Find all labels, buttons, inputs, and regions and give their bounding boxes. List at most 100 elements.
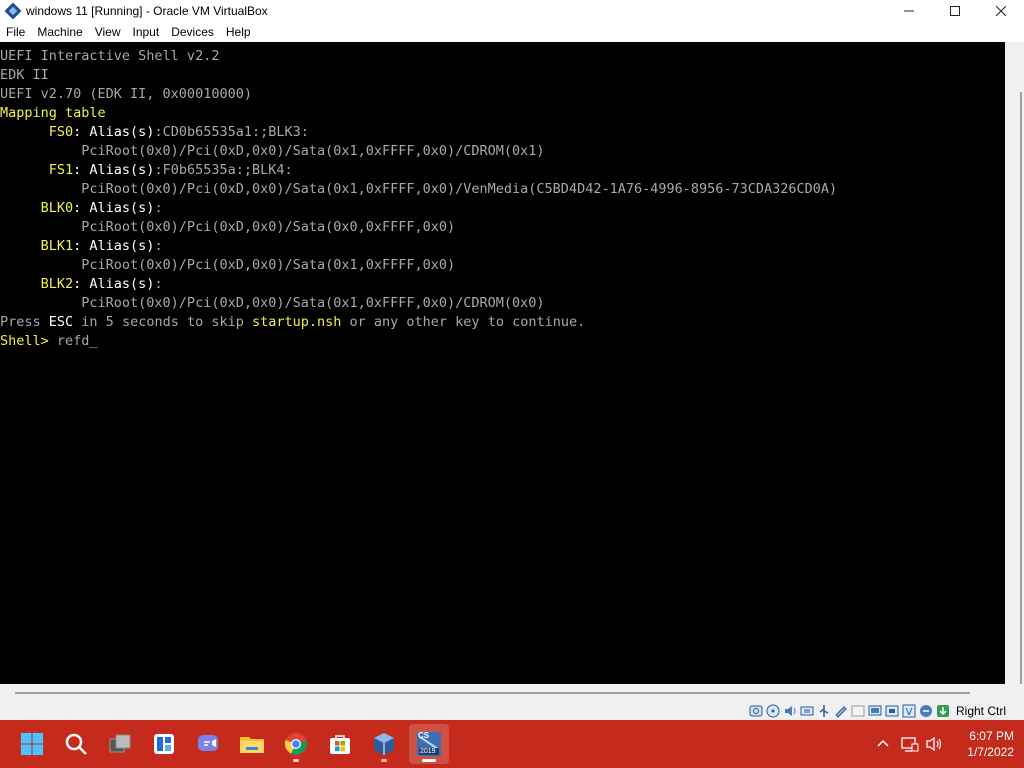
- virtualbox-button[interactable]: [364, 724, 404, 764]
- status-bar: V Right Ctrl: [0, 702, 1024, 720]
- close-button[interactable]: [978, 0, 1024, 22]
- vm-display[interactable]: UEFI Interactive Shell v2.2 EDK II UEFI v2…: [0, 42, 1005, 684]
- chrome-button[interactable]: [276, 724, 316, 764]
- console-line: BLK0: Alias(s):: [0, 199, 837, 218]
- console-text: ESC: [48, 314, 74, 330]
- status-indicators: V: [748, 704, 951, 718]
- show-hidden-icons-button[interactable]: [873, 734, 893, 754]
- console-text: :: [154, 200, 163, 216]
- console-line: PciRoot(0x0)/Pci(0xD,0x0)/Sata(0x1,0xFFF…: [0, 180, 837, 199]
- console-text: : Alias(s): [73, 238, 155, 254]
- mouse-integration-icon[interactable]: V: [901, 704, 917, 718]
- console-text: PciRoot(0x0)/Pci(0xD,0x0)/Sata(0x1,0xFFF…: [0, 295, 545, 311]
- console-line: PciRoot(0x0)/Pci(0xD,0x0)/Sata(0x0,0xFFF…: [0, 218, 837, 237]
- start-button[interactable]: [12, 724, 52, 764]
- menu-help[interactable]: Help: [220, 22, 257, 42]
- clock[interactable]: 6:07 PM 1/7/2022: [952, 728, 1014, 760]
- menu-machine[interactable]: Machine: [31, 22, 88, 42]
- menu-devices[interactable]: Devices: [165, 22, 220, 42]
- keyboard-capture-icon[interactable]: [935, 704, 951, 718]
- horizontal-scrollbar[interactable]: [15, 692, 970, 694]
- teams-chat-button[interactable]: [188, 724, 228, 764]
- svg-text:V: V: [906, 707, 913, 718]
- guest-additions-icon[interactable]: [918, 704, 934, 718]
- console-line: FS0: Alias(s):CD0b65535a1:;BLK3:: [0, 123, 837, 142]
- console-text: FS0: [0, 124, 74, 140]
- console-text: or any other key to continue.: [341, 314, 586, 330]
- console-text: _: [89, 333, 98, 349]
- title-bar: windows 11 [Running] - Oracle VM Virtual…: [0, 0, 1024, 22]
- file-explorer-button[interactable]: [232, 724, 272, 764]
- cpu-icon[interactable]: [884, 704, 900, 718]
- console-text: :CD0b65535a1:;BLK3:: [154, 124, 309, 140]
- console-text: PciRoot(0x0)/Pci(0xD,0x0)/Sata(0x1,0xFFF…: [0, 181, 838, 197]
- clock-date: 1/7/2022: [967, 745, 1014, 759]
- display-icon[interactable]: [850, 704, 866, 718]
- menu-input[interactable]: Input: [127, 22, 166, 42]
- clock-time: 6:07 PM: [969, 729, 1014, 743]
- console-text: PciRoot(0x0)/Pci(0xD,0x0)/Sata(0x1,0xFFF…: [0, 257, 456, 273]
- uefi-shell-console[interactable]: UEFI Interactive Shell v2.2 EDK II UEFI v2…: [0, 47, 837, 351]
- console-line: UEFI Interactive Shell v2.2: [0, 47, 837, 66]
- console-text: : Alias(s): [73, 200, 155, 216]
- hard-disk-icon[interactable]: [748, 704, 764, 718]
- microsoft-store-button[interactable]: [320, 724, 360, 764]
- vertical-scrollbar[interactable]: [1020, 92, 1022, 692]
- console-text: UEFI Interactive Shell v2.2: [0, 48, 220, 64]
- console-line: UEFI v2.70 (EDK II, 0x00010000): [0, 85, 837, 104]
- video-capture-icon[interactable]: [867, 704, 883, 718]
- volume-icon: [926, 736, 942, 752]
- console-text: startup.nsh: [251, 314, 342, 330]
- vertical-scroll-area: [1005, 42, 1024, 692]
- minimize-button[interactable]: [886, 0, 932, 22]
- file-explorer-icon: [240, 737, 264, 753]
- task-view-button[interactable]: [100, 724, 140, 764]
- console-line: Shell> refd_: [0, 332, 837, 351]
- console-text: Mapping table: [0, 105, 106, 121]
- console-text: Press: [0, 314, 49, 330]
- microsoft-store-icon: [330, 735, 350, 754]
- menu-file[interactable]: File: [0, 22, 31, 42]
- shared-folders-icon[interactable]: [833, 704, 849, 718]
- usb-icon[interactable]: [816, 704, 832, 718]
- console-text: FS1: [0, 162, 74, 178]
- maximize-button[interactable]: [932, 0, 978, 22]
- audio-icon[interactable]: [782, 704, 798, 718]
- network-tray-button[interactable]: [900, 734, 920, 754]
- console-text: :: [154, 238, 163, 254]
- sql-badge-year: 2019: [420, 748, 436, 755]
- console-text: PciRoot(0x0)/Pci(0xD,0x0)/Sata(0x0,0xFFF…: [0, 219, 456, 235]
- widgets-icon: [154, 734, 174, 754]
- console-line: Mapping table: [0, 104, 837, 123]
- start-icon: [21, 733, 43, 755]
- console-line: BLK1: Alias(s):: [0, 237, 837, 256]
- host-key-label: Right Ctrl: [956, 704, 1007, 718]
- console-text: :: [154, 276, 163, 292]
- menu-view[interactable]: View: [89, 22, 127, 42]
- console-text: Shell>: [0, 333, 57, 349]
- volume-tray-button[interactable]: [925, 734, 945, 754]
- console-line: PciRoot(0x0)/Pci(0xD,0x0)/Sata(0x1,0xFFF…: [0, 294, 837, 313]
- horizontal-scroll-area: [0, 684, 1024, 702]
- console-line: EDK II: [0, 66, 837, 85]
- console-text: in 5 seconds to skip: [73, 314, 252, 330]
- network-status-icon: [901, 737, 919, 752]
- console-line: Press ESC in 5 seconds to skip startup.n…: [0, 313, 837, 332]
- virtualbox-icon: [374, 733, 394, 755]
- console-text: EDK II: [0, 67, 49, 83]
- console-text: PciRoot(0x0)/Pci(0xD,0x0)/Sata(0x1,0xFFF…: [0, 143, 545, 159]
- search-button[interactable]: [56, 724, 96, 764]
- close-icon: [996, 6, 1006, 16]
- console-line: PciRoot(0x0)/Pci(0xD,0x0)/Sata(0x1,0xFFF…: [0, 142, 837, 161]
- teams-chat-icon: [198, 735, 218, 751]
- maximize-icon: [950, 6, 960, 16]
- network-icon[interactable]: [799, 704, 815, 718]
- sql-badge-top: CS: [418, 731, 430, 740]
- widgets-button[interactable]: [144, 724, 184, 764]
- sql-server-2019-button[interactable]: CS 2019: [409, 724, 449, 764]
- optical-drive-icon[interactable]: [765, 704, 781, 718]
- window-title: windows 11 [Running] - Oracle VM Virtual…: [26, 4, 268, 18]
- console-text: : Alias(s): [73, 162, 155, 178]
- console-line: BLK2: Alias(s):: [0, 275, 837, 294]
- console-text: :F0b65535a:;BLK4:: [154, 162, 293, 178]
